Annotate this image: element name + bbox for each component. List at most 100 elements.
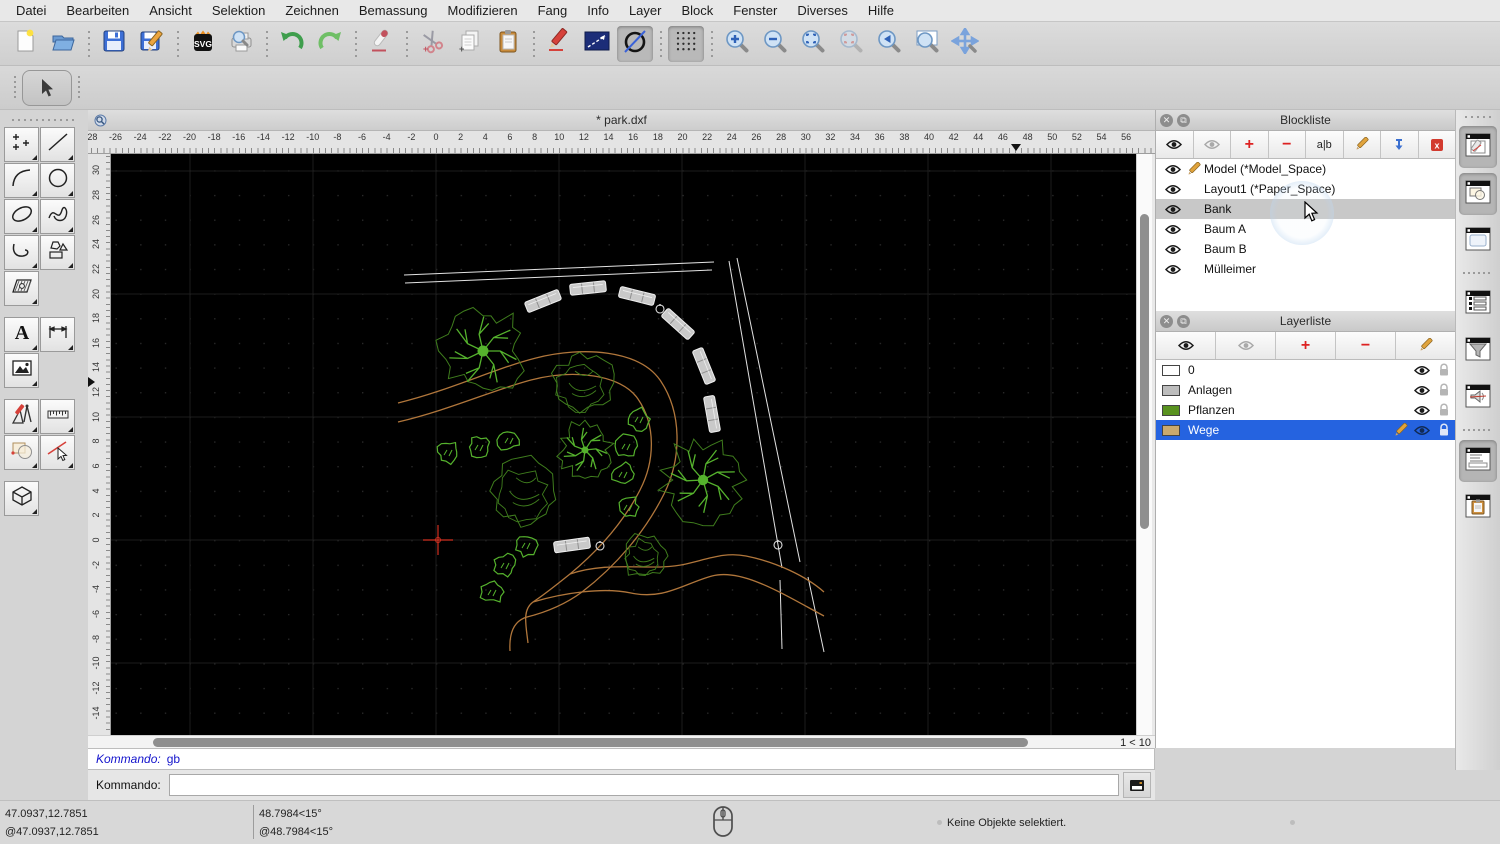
zoom-auto-button[interactable]: [795, 26, 831, 62]
layer-color-swatch[interactable]: [1162, 364, 1180, 376]
line-tool-button[interactable]: [40, 127, 75, 162]
blank-window-dock-button[interactable]: [1459, 220, 1497, 262]
add-block-button[interactable]: +: [1231, 131, 1269, 158]
layer-row-wege[interactable]: Wege: [1156, 420, 1455, 440]
block-row-bank[interactable]: Bank: [1156, 199, 1455, 219]
layer-visibility-icon[interactable]: [1411, 385, 1433, 396]
visibility-eye-icon[interactable]: [1164, 264, 1182, 275]
undock-icon[interactable]: ⧉: [1177, 113, 1190, 127]
show-block-button[interactable]: [1156, 131, 1194, 158]
layer-color-swatch[interactable]: [1162, 424, 1180, 436]
command-input[interactable]: [168, 774, 1119, 796]
points-tool-button[interactable]: [4, 127, 39, 162]
export-svg-button[interactable]: SVG: [185, 26, 221, 62]
hide-block-button[interactable]: [1194, 131, 1231, 158]
layer-visibility-icon[interactable]: [1411, 365, 1433, 376]
menu-item-datei[interactable]: Datei: [6, 0, 56, 22]
show-layer-button[interactable]: [1156, 332, 1216, 359]
delete-eraser-button[interactable]: [363, 26, 399, 62]
vertical-scrollbar-thumb[interactable]: [1140, 214, 1149, 529]
paste-button[interactable]: [490, 26, 526, 62]
modify-attributes-tool-button[interactable]: [40, 435, 75, 470]
zoom-out-button[interactable]: [757, 26, 793, 62]
insert-block-button[interactable]: [1381, 131, 1419, 158]
print-preview-button[interactable]: [223, 26, 259, 62]
layer-lock-icon[interactable]: [1433, 363, 1455, 377]
spline-tool-button[interactable]: [40, 199, 75, 234]
grid-toggle-button[interactable]: [668, 25, 704, 62]
layer-color-swatch[interactable]: [1162, 384, 1180, 396]
text-tool-button[interactable]: A: [4, 317, 39, 352]
visibility-eye-icon[interactable]: [1164, 164, 1182, 175]
remove-layer-button[interactable]: −: [1336, 332, 1396, 359]
menu-item-bemassung[interactable]: Bemassung: [349, 0, 438, 22]
block-row-baum[interactable]: Baum B: [1156, 239, 1455, 259]
pen-attributes-button[interactable]: [541, 26, 577, 62]
menu-item-zeichnen[interactable]: Zeichnen: [275, 0, 348, 22]
visibility-eye-icon[interactable]: [1164, 224, 1182, 235]
circle-tool-button[interactable]: [40, 163, 75, 198]
hide-layer-button[interactable]: [1216, 332, 1276, 359]
filter-window-dock-button[interactable]: [1459, 330, 1497, 372]
remove-block-button[interactable]: −: [1269, 131, 1306, 158]
menu-item-fang[interactable]: Fang: [528, 0, 578, 22]
menu-item-hilfe[interactable]: Hilfe: [858, 0, 904, 22]
command-window-dock-button[interactable]: [1459, 440, 1497, 482]
ellipse-tool-button[interactable]: [4, 199, 39, 234]
save-as-button[interactable]: [134, 26, 170, 62]
edit-layer-button[interactable]: [1396, 332, 1455, 359]
cut-button[interactable]: +: [414, 26, 450, 62]
modify-shape-tool-button[interactable]: [4, 435, 39, 470]
polygon-tool-button[interactable]: [40, 235, 75, 270]
clipboard-window-dock-button[interactable]: [1459, 487, 1497, 529]
layer-visibility-icon[interactable]: [1411, 425, 1433, 436]
menu-item-block[interactable]: Block: [671, 0, 723, 22]
zoom-in-button[interactable]: [719, 26, 755, 62]
visibility-eye-icon[interactable]: [1164, 204, 1182, 215]
pen-window-dock-button[interactable]: [1459, 126, 1497, 168]
undock-icon[interactable]: ⧉: [1177, 314, 1190, 328]
layer-row-0[interactable]: 0: [1156, 360, 1455, 380]
open-file-button[interactable]: [45, 26, 81, 62]
add-layer-button[interactable]: +: [1276, 332, 1336, 359]
redo-button[interactable]: [312, 26, 348, 62]
undo-button[interactable]: [274, 26, 310, 62]
hatch-tool-button[interactable]: [4, 271, 39, 306]
block-row-layout1[interactable]: Layout1 (*Paper_Space): [1156, 179, 1455, 199]
block-row-mülleimer[interactable]: Mülleimer: [1156, 259, 1455, 279]
selection-pointer-button[interactable]: [22, 69, 72, 106]
iso-box-tool-button[interactable]: [4, 481, 39, 516]
zoom-window-button[interactable]: [909, 26, 945, 62]
shapes-window-dock-button[interactable]: [1459, 173, 1497, 215]
menu-item-fenster[interactable]: Fenster: [723, 0, 787, 22]
layer-row-anlagen[interactable]: Anlagen: [1156, 380, 1455, 400]
arc-tool-button[interactable]: [4, 163, 39, 198]
polyline-tool-button[interactable]: [4, 235, 39, 270]
layer-lock-icon[interactable]: [1433, 383, 1455, 397]
block-row-baum[interactable]: Baum A: [1156, 219, 1455, 239]
window-menu-icon[interactable]: [94, 114, 107, 127]
menu-item-layer[interactable]: Layer: [619, 0, 672, 22]
draft-mode-button[interactable]: [617, 25, 653, 62]
menu-item-ansicht[interactable]: Ansicht: [139, 0, 202, 22]
layer-color-swatch[interactable]: [1162, 404, 1180, 416]
rename-block-button[interactable]: a|b: [1306, 131, 1344, 158]
close-icon[interactable]: ✕: [1160, 314, 1173, 328]
close-icon[interactable]: ✕: [1160, 113, 1173, 127]
dimension-tool-button[interactable]: [40, 317, 75, 352]
layer-lock-icon[interactable]: [1433, 403, 1455, 417]
zoom-previous-button[interactable]: [871, 26, 907, 62]
menu-item-modifizieren[interactable]: Modifizieren: [438, 0, 528, 22]
image-tool-button[interactable]: [4, 353, 39, 388]
menu-item-selektion[interactable]: Selektion: [202, 0, 275, 22]
menu-item-info[interactable]: Info: [577, 0, 619, 22]
edit-block-button[interactable]: [1344, 131, 1381, 158]
zoom-pan-button[interactable]: [947, 26, 983, 62]
new-document-button[interactable]: [7, 26, 43, 62]
copy-button[interactable]: +: [452, 26, 488, 62]
command-toggle-button[interactable]: [1123, 772, 1151, 798]
save-button[interactable]: [96, 26, 132, 62]
menu-item-bearbeiten[interactable]: Bearbeiten: [56, 0, 139, 22]
zoom-selection-button[interactable]: [833, 26, 869, 62]
audio-window-dock-button[interactable]: [1459, 377, 1497, 419]
